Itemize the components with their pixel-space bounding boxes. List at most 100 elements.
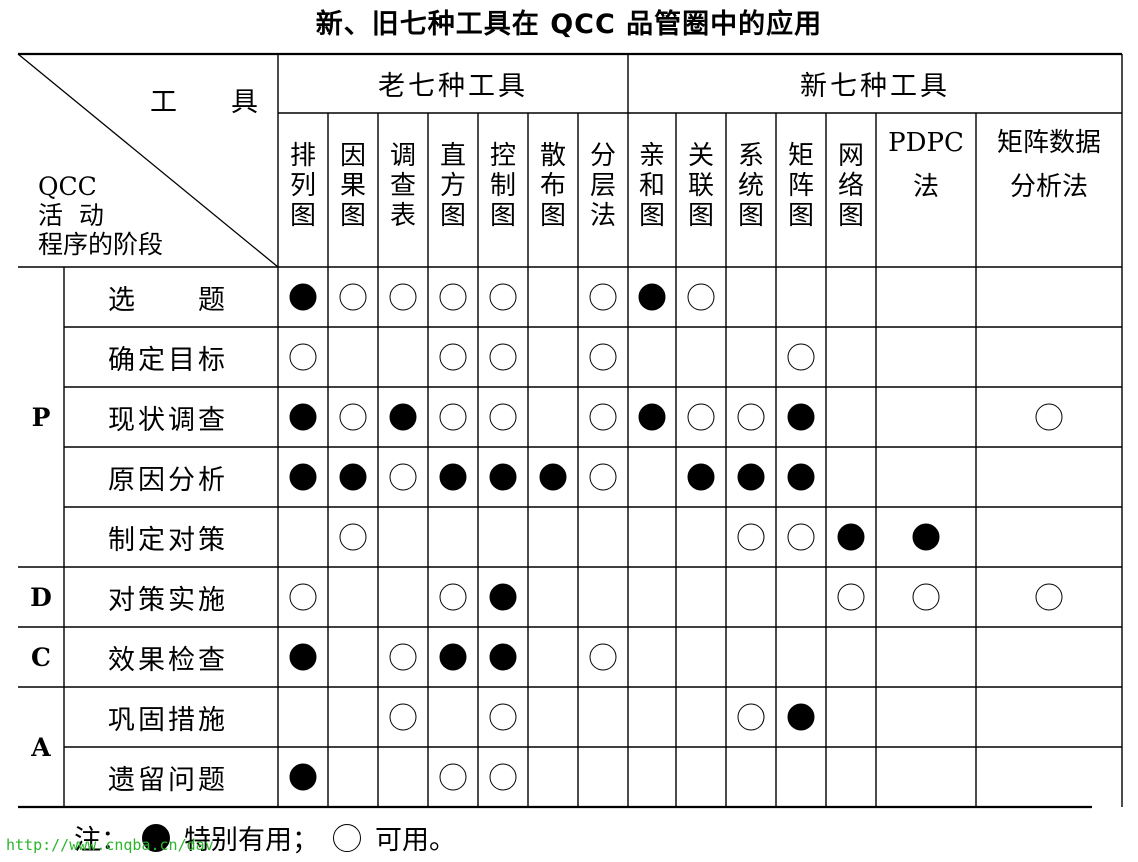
- open-circle-icon: [787, 523, 815, 551]
- open-circle-icon: [439, 343, 467, 371]
- open-circle-icon: [489, 283, 517, 311]
- tool-header: 矩阵图: [776, 141, 826, 257]
- filled-circle-icon: [687, 463, 715, 491]
- open-circle-icon: [787, 343, 815, 371]
- open-circle-icon: [439, 283, 467, 311]
- tool-header-text: 分层法: [589, 141, 616, 231]
- tool-header-text: 直方图: [439, 141, 466, 231]
- open-circle-icon: [687, 283, 715, 311]
- open-circle-icon: [489, 763, 517, 791]
- tool-header: 关联图: [676, 141, 726, 257]
- filled-circle-icon: [289, 763, 317, 791]
- open-circle-icon: [589, 343, 617, 371]
- tool-header: 因果图: [328, 141, 378, 257]
- filled-circle-icon: [489, 643, 517, 671]
- stage-label: 巩固措施: [108, 704, 228, 736]
- phase-label: C: [31, 642, 51, 672]
- open-circle-icon: [339, 523, 367, 551]
- tool-header-text: 网络图: [837, 141, 864, 231]
- tool-header: PDPC 法: [876, 121, 976, 259]
- open-circle-icon: [737, 523, 765, 551]
- stage-label: 对策实施: [108, 584, 228, 616]
- filled-circle-icon: [787, 403, 815, 431]
- tool-header-text: 排列图: [289, 141, 316, 231]
- corner-bottom-line: 活 动: [38, 201, 104, 230]
- open-circle-icon: [737, 403, 765, 431]
- tool-header: 系统图: [726, 141, 776, 257]
- tool-header: 分层法: [578, 141, 628, 257]
- open-circle-icon: [389, 643, 417, 671]
- filled-circle-icon: [638, 283, 666, 311]
- open-circle-icon: [439, 403, 467, 431]
- stage-label: 选 题: [108, 284, 228, 316]
- open-circle-icon: [837, 583, 865, 611]
- open-circle-icon: [589, 283, 617, 311]
- watermark-url: http://www.cnqba.cn/dav: [6, 836, 214, 854]
- phase-label: D: [30, 582, 52, 612]
- tool-header-text: 亲和图: [638, 141, 665, 231]
- filled-circle-icon: [439, 643, 467, 671]
- open-circle-icon: [289, 583, 317, 611]
- filled-circle-icon: [289, 403, 317, 431]
- filled-circle-icon: [787, 703, 815, 731]
- tool-header-text: 散布图: [539, 141, 566, 231]
- corner-top-label: 工 具: [150, 86, 258, 118]
- filled-circle-icon: [638, 403, 666, 431]
- open-circle-icon: [333, 823, 361, 852]
- open-circle-icon: [589, 463, 617, 491]
- group-header-old: 老七种工具: [378, 71, 528, 102]
- tool-header-line: 分析法: [1009, 172, 1088, 202]
- open-circle-icon: [339, 403, 367, 431]
- filled-circle-icon: [787, 463, 815, 491]
- corner-bottom-label: QCC 活 动程序的阶段: [38, 172, 238, 267]
- filled-circle-icon: [289, 283, 317, 311]
- open-circle-icon: [389, 703, 417, 731]
- open-circle-icon: [489, 403, 517, 431]
- tool-header-line: PDPC: [888, 128, 964, 158]
- stage-label: 效果检查: [108, 644, 228, 676]
- open-circle-icon: [687, 403, 715, 431]
- open-circle-icon: [1035, 403, 1063, 431]
- stage-label: 原因分析: [108, 464, 228, 496]
- open-circle-icon: [439, 763, 467, 791]
- filled-circle-icon: [489, 463, 517, 491]
- open-circle-icon: [489, 703, 517, 731]
- phase-label: A: [31, 732, 51, 762]
- filled-circle-icon: [837, 523, 865, 551]
- open-circle-icon: [589, 403, 617, 431]
- tool-header-line: 矩阵数据: [996, 128, 1101, 158]
- filled-circle-icon: [389, 403, 417, 431]
- tool-header-text: 矩阵图: [787, 141, 814, 231]
- tool-header: 网络图: [826, 141, 876, 257]
- open-circle-icon: [737, 703, 765, 731]
- tool-header: 散布图: [528, 141, 578, 257]
- tool-header: 控制图: [478, 141, 528, 257]
- tool-header: 排列图: [278, 141, 328, 257]
- open-circle-icon: [439, 583, 467, 611]
- tool-header-text: 关联图: [687, 141, 714, 231]
- legend-open-label: 可用。: [375, 825, 456, 856]
- filled-circle-icon: [489, 583, 517, 611]
- open-circle-icon: [912, 583, 940, 611]
- open-circle-icon: [489, 343, 517, 371]
- corner-bottom-line: QCC: [38, 172, 97, 201]
- stage-label: 确定目标: [108, 344, 228, 376]
- tool-header-text: 调查表: [389, 141, 416, 231]
- open-circle-icon: [289, 343, 317, 371]
- tool-header: 亲和图: [628, 141, 676, 257]
- corner-bottom-line: 程序的阶段: [38, 230, 164, 259]
- filled-circle-icon: [439, 463, 467, 491]
- filled-circle-icon: [289, 643, 317, 671]
- filled-circle-icon: [289, 463, 317, 491]
- tool-header: 调查表: [378, 141, 428, 257]
- tool-header: 矩阵数据 分析法: [976, 121, 1122, 259]
- filled-circle-icon: [737, 463, 765, 491]
- open-circle-icon: [389, 283, 417, 311]
- filled-circle-icon: [339, 463, 367, 491]
- open-circle-icon: [1035, 583, 1063, 611]
- tool-header: 直方图: [428, 141, 478, 257]
- tool-header-line: 法: [912, 172, 939, 202]
- tool-header-text: 控制图: [489, 141, 516, 231]
- group-header-new: 新七种工具: [800, 71, 950, 102]
- filled-circle-icon: [539, 463, 567, 491]
